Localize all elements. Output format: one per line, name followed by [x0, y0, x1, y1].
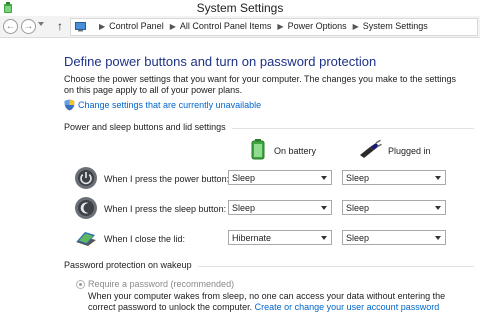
password-section-header: Password protection on wakeup — [64, 260, 474, 272]
title-bar: System Settings — [0, 0, 480, 16]
breadcrumb-separator[interactable]: ▶ — [170, 22, 176, 31]
breadcrumb-separator[interactable]: ▶ — [277, 22, 283, 31]
select-value: Hibernate — [232, 233, 272, 243]
back-button[interactable]: ← — [3, 19, 18, 34]
breadcrumb-separator[interactable]: ▶ — [353, 22, 359, 31]
laptop-lid-icon — [76, 232, 96, 246]
control-panel-icon — [75, 22, 86, 32]
chevron-down-icon — [435, 236, 441, 240]
select-value: Sleep — [346, 233, 370, 243]
breadcrumb-control-panel[interactable]: Control Panel — [109, 21, 164, 31]
breadcrumb-system-settings[interactable]: System Settings — [363, 21, 428, 31]
select-value: Sleep — [346, 203, 370, 213]
up-button[interactable]: ↑ — [54, 19, 66, 34]
uac-shield-icon — [64, 99, 75, 111]
power-section-label: Power and sleep buttons and lid settings — [64, 122, 232, 132]
sleep-button-battery-select[interactable]: Sleep — [228, 200, 332, 215]
select-value: Sleep — [346, 173, 370, 183]
require-password-label: Require a password (recommended) — [88, 279, 235, 289]
select-value: Sleep — [232, 203, 256, 213]
lid-close-label: When I close the lid: — [104, 234, 186, 244]
require-password-description: When your computer wakes from sleep, no … — [88, 291, 472, 313]
power-button-label: When I press the power button: — [104, 174, 230, 184]
power-plug-icon — [360, 139, 382, 158]
chevron-down-icon — [321, 176, 327, 180]
power-button-row: When I press the power button: Sleep Sle… — [74, 166, 474, 190]
plugged-column-label: Plugged in — [388, 146, 431, 156]
power-button-battery-select[interactable]: Sleep — [228, 170, 332, 185]
page-title: Define power buttons and turn on passwor… — [64, 54, 377, 69]
change-settings-link[interactable]: Change settings that are currently unava… — [78, 100, 261, 110]
chevron-down-icon — [435, 206, 441, 210]
password-section-label: Password protection on wakeup — [64, 260, 198, 270]
battery-column-label: On battery — [274, 146, 317, 156]
chevron-down-icon — [321, 236, 327, 240]
page-description: Choose the power settings that you want … — [64, 74, 457, 95]
power-section-header: Power and sleep buttons and lid settings — [64, 122, 474, 134]
breadcrumb-all-items[interactable]: All Control Panel Items — [180, 21, 272, 31]
forward-button[interactable]: → — [21, 19, 36, 34]
chevron-down-icon — [321, 206, 327, 210]
lid-close-row: When I close the lid: Hibernate Sleep — [74, 226, 474, 250]
change-password-link[interactable]: Create or change your user account passw… — [255, 302, 440, 312]
sleep-button-icon — [75, 197, 97, 219]
lid-close-plugged-select[interactable]: Sleep — [342, 230, 446, 245]
breadcrumb-separator: ▶ — [99, 22, 106, 31]
recent-locations-dropdown[interactable] — [38, 22, 44, 26]
sleep-button-row: When I press the sleep button: Sleep Sle… — [74, 196, 474, 220]
power-button-plugged-select[interactable]: Sleep — [342, 170, 446, 185]
power-button-icon — [75, 167, 97, 189]
require-password-radio[interactable] — [76, 280, 85, 289]
breadcrumb[interactable]: ▶ Control Panel ▶ All Control Panel Items ▶ P… — [70, 18, 478, 36]
sleep-button-plugged-select[interactable]: Sleep — [342, 200, 446, 215]
window-title: System Settings — [196, 1, 284, 15]
sleep-button-label: When I press the sleep button: — [104, 204, 227, 214]
lid-close-battery-select[interactable]: Hibernate — [228, 230, 332, 245]
select-value: Sleep — [232, 173, 256, 183]
address-bar: ← → ↑ ▶ Control Panel ▶ All Control Panel I… — [0, 16, 480, 38]
breadcrumb-power-options[interactable]: Power Options — [288, 21, 347, 31]
battery-icon — [251, 139, 265, 160]
chevron-down-icon — [435, 176, 441, 180]
